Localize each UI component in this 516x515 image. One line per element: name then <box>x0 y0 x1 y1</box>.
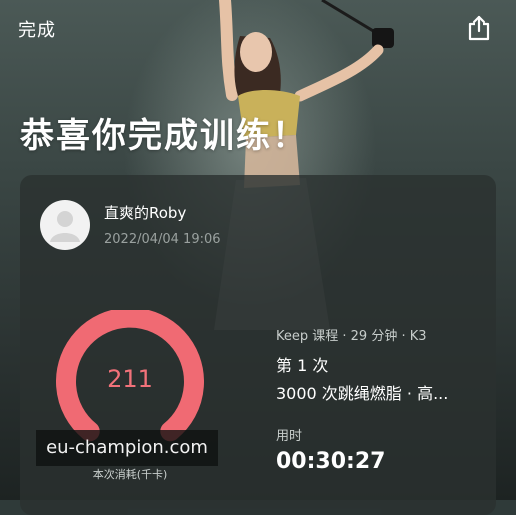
attempt-count: 第 1 次 <box>276 356 329 375</box>
workout-datetime: 2022/04/04 19:06 <box>104 232 221 247</box>
share-icon[interactable] <box>466 14 492 42</box>
congrats-headline: 恭喜你完成训练！ <box>20 116 308 156</box>
duration-value: 00:30:27 <box>276 449 386 474</box>
calories-label: 本次消耗(千卡) <box>92 468 168 481</box>
duration-label: 用时 <box>276 429 303 444</box>
top-bar: 完成 <box>0 0 516 58</box>
default-avatar-icon <box>50 211 80 242</box>
username[interactable]: 直爽的Roby <box>104 202 186 223</box>
avatar[interactable] <box>40 200 90 250</box>
calories-value: 211 <box>107 365 153 393</box>
course-meta: Keep 课程 · 29 分钟 · K3 <box>276 329 427 344</box>
watermark: eu-champion.com <box>36 430 218 466</box>
course-title[interactable]: 3000 次跳绳燃脂 · 高... <box>276 380 448 404</box>
done-button[interactable]: 完成 <box>18 16 56 42</box>
